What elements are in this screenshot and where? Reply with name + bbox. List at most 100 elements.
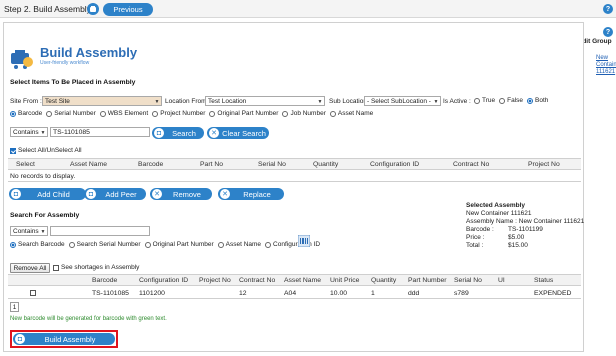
select-all-row: Select All/UnSelect All bbox=[10, 147, 82, 154]
row-part-number: ddd bbox=[408, 290, 420, 297]
select-all-checkbox[interactable] bbox=[10, 147, 16, 154]
radio-true[interactable] bbox=[474, 97, 480, 104]
radio-project-number[interactable] bbox=[152, 110, 159, 117]
barcode-scan-icon[interactable] bbox=[297, 234, 311, 249]
price-row: Price : $5.00 bbox=[466, 234, 584, 242]
col-asset-name-2: Asset Name bbox=[284, 277, 322, 284]
col-project-no-2: Project No bbox=[199, 277, 231, 284]
radio-serial-number-label: Serial Number bbox=[54, 110, 96, 117]
radio-search-barcode-label: Search Barcode bbox=[18, 241, 65, 248]
page-number-text: 1 bbox=[12, 303, 17, 311]
radio-true-label: True bbox=[482, 97, 496, 104]
col-barcode-2: Barcode bbox=[92, 277, 118, 284]
radio-original-part-number[interactable] bbox=[209, 110, 216, 117]
radio-asset-name[interactable] bbox=[329, 110, 336, 117]
assembly-icon: ◘ bbox=[11, 189, 21, 199]
assembly-name-value: New Container 111621 bbox=[518, 218, 585, 225]
logo-icon bbox=[9, 46, 35, 74]
step-icon bbox=[87, 3, 99, 15]
assembly-match-mode-value: Contains bbox=[13, 227, 39, 235]
shopping-cart-icon bbox=[11, 50, 33, 69]
items-table-header: Select Asset Name Barcode Part No Serial… bbox=[8, 158, 581, 170]
search-button[interactable]: ◘ Search bbox=[152, 127, 204, 139]
radio-original-part-number-2[interactable] bbox=[144, 241, 151, 248]
row-unit-price: 10.00 bbox=[330, 290, 348, 297]
assembly-icon: ◘ bbox=[154, 128, 164, 138]
assembly-match-mode-select[interactable]: Contains ▼ bbox=[10, 226, 48, 236]
col-barcode: Barcode bbox=[138, 161, 164, 168]
sub-location-select[interactable]: - Select SubLocation - ▼ bbox=[364, 96, 441, 106]
match-mode-value: Contains bbox=[13, 128, 39, 136]
page-number[interactable]: 1 bbox=[10, 302, 19, 312]
shortage-label: See shortages in Assembly bbox=[61, 264, 140, 271]
build-assembly-button[interactable]: ◘ Build Assembly bbox=[13, 333, 115, 345]
logo-subtitle: User-friendly workflow bbox=[40, 60, 90, 66]
col-quantity-2: Quantity bbox=[371, 277, 397, 284]
barcode-row: Barcode : TS-1101199 bbox=[466, 226, 584, 234]
sub-location-value: - Select SubLocation - bbox=[367, 97, 431, 105]
radio-wbs-element[interactable] bbox=[99, 110, 106, 117]
chevron-down-icon: ▼ bbox=[317, 98, 323, 105]
select-all-label: Select All/UnSelect All bbox=[18, 147, 82, 154]
assembly-icon: ◘ bbox=[86, 189, 96, 199]
radio-job-number[interactable] bbox=[282, 110, 289, 117]
radio-both[interactable] bbox=[527, 97, 534, 104]
col-select: Select bbox=[16, 161, 35, 168]
selected-assembly-panel: Selected Assembly New Container 111621 A… bbox=[466, 202, 584, 250]
logo-title: Build Assembly bbox=[40, 45, 138, 60]
radio-asset-name-label: Asset Name bbox=[337, 110, 374, 117]
row-checkbox[interactable] bbox=[30, 290, 36, 296]
clear-search-button[interactable]: ✕ Clear Search bbox=[207, 127, 269, 139]
build-assembly-highlight: ◘ Build Assembly bbox=[10, 330, 118, 348]
radio-false-label: False bbox=[507, 97, 524, 104]
radio-barcode[interactable] bbox=[10, 110, 16, 117]
close-icon: ✕ bbox=[209, 128, 219, 138]
row-serial-no: s789 bbox=[454, 290, 469, 297]
radio-configuration-id[interactable] bbox=[265, 241, 272, 248]
match-mode-select[interactable]: Contains ▼ bbox=[10, 127, 48, 137]
col-serial-no-2: Serial No bbox=[454, 277, 482, 284]
radio-search-serial-number[interactable] bbox=[68, 241, 75, 248]
main-panel bbox=[3, 22, 584, 352]
add-peer-label: Add Peer bbox=[105, 189, 137, 199]
selected-assembly-name: New Container 111621 bbox=[466, 210, 532, 217]
radio-asset-name-2[interactable] bbox=[217, 241, 224, 248]
radio-search-serial-number-label: Search Serial Number bbox=[76, 241, 141, 248]
remove-all-button[interactable]: Remove All bbox=[10, 263, 50, 273]
assembly-name-row: Assembly Name : New Container 111621 bbox=[466, 218, 584, 226]
radio-asset-name-2-label: Asset Name bbox=[225, 241, 262, 248]
previous-button[interactable]: Previous bbox=[103, 3, 153, 16]
radio-false[interactable] bbox=[499, 97, 506, 104]
remove-all-label: Remove All bbox=[13, 264, 47, 272]
search-by-options: Barcode Serial Number WBS Element Projec… bbox=[10, 110, 373, 117]
clear-search-label: Clear Search bbox=[222, 128, 266, 138]
radio-configuration-id-label: Configuration ID bbox=[273, 241, 321, 248]
site-value: Test Site bbox=[45, 97, 70, 105]
assembly-icon bbox=[87, 3, 99, 15]
edit-group-help-icon[interactable]: ? bbox=[603, 27, 613, 37]
help-icon[interactable]: ? bbox=[603, 4, 613, 14]
item-search-value: TS-1101085 bbox=[53, 128, 90, 136]
col-asset-name: Asset Name bbox=[70, 161, 108, 168]
container-link[interactable]: New Container 111621 bbox=[596, 55, 616, 76]
radio-both-label: Both bbox=[535, 97, 549, 104]
replace-label: Replace bbox=[243, 189, 271, 199]
location-select[interactable]: Test Location ▼ bbox=[205, 96, 325, 106]
shortage-row: See shortages in Assembly bbox=[53, 264, 139, 271]
radio-search-barcode[interactable] bbox=[10, 241, 16, 248]
table-row: TS-1101085 1101200 12 A04 10.00 1 ddd s7… bbox=[8, 287, 581, 299]
items-empty-row: No records to display. bbox=[8, 170, 581, 182]
remove-button[interactable]: ✕ Remove bbox=[150, 188, 212, 200]
replace-button[interactable]: ✕ Replace bbox=[218, 188, 284, 200]
assembly-search-input[interactable] bbox=[50, 226, 150, 236]
assembly-name-label: Assembly Name : bbox=[466, 218, 517, 225]
shortage-checkbox[interactable] bbox=[53, 264, 59, 271]
add-peer-button[interactable]: ◘ Add Peer bbox=[84, 188, 146, 200]
add-child-button[interactable]: ◘ Add Child bbox=[9, 188, 86, 200]
remove-label: Remove bbox=[173, 189, 201, 199]
item-search-input[interactable]: TS-1101085 bbox=[50, 127, 150, 137]
col-configuration-id-2: Configuration ID bbox=[139, 277, 189, 284]
radio-serial-number[interactable] bbox=[46, 110, 53, 117]
site-select[interactable]: Test Site ▼ bbox=[42, 96, 162, 106]
location-from-label: Location From bbox=[165, 98, 207, 105]
